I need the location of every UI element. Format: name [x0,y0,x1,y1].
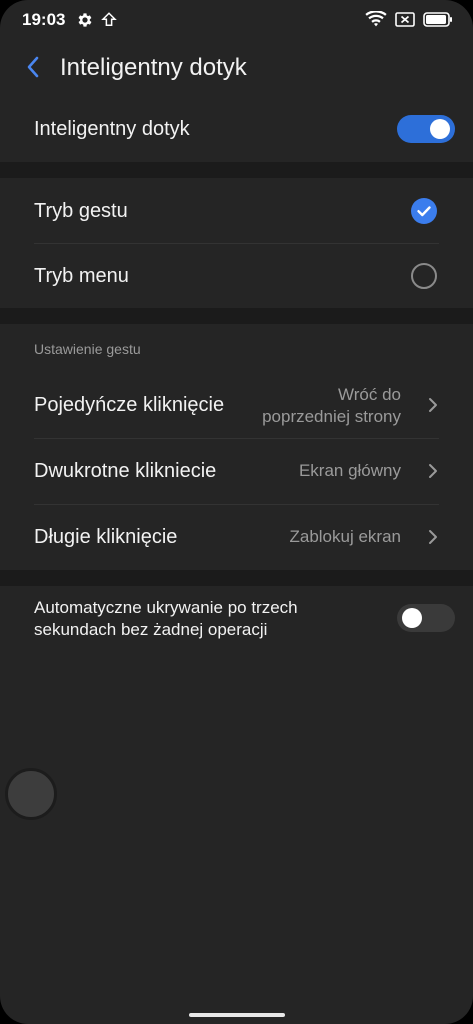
auto-hide-label-line2: sekundach bez żadnej operacji [34,620,268,639]
back-button[interactable] [20,52,46,82]
auto-hide-toggle[interactable] [397,604,455,632]
page-title: Inteligentny dotyk [60,54,247,81]
toggle-knob [402,608,422,628]
chevron-left-icon [27,56,39,78]
upload-arrow-icon [101,12,117,26]
checkmark-icon [417,206,431,217]
auto-hide-card: Automatyczne ukrywanie po trzech sekunda… [0,586,473,656]
mode-card: Tryb gestu Tryb menu [0,178,473,308]
wifi-icon [365,11,387,27]
gesture-double-click-row[interactable]: Dwukrotne klikniecie Ekran główny [0,438,473,504]
gesture-long-click-row[interactable]: Długie kliknięcie Zablokuj ekran [0,504,473,570]
gesture-value-line2: poprzedniej strony [262,407,401,426]
gesture-label: Pojedyńcze kliknięcie [34,394,225,416]
section-separator [0,308,473,324]
screen: 19:03 Inteligentny dotyk Inteligentny do… [0,0,473,1024]
radio-checked[interactable] [411,198,437,224]
mode-option-label: Tryb gestu [34,200,128,222]
mode-option-menu[interactable]: Tryb menu [0,243,473,308]
gesture-label: Długie kliknięcie [34,526,178,548]
gesture-single-click-row[interactable]: Pojedyńcze kliknięcie Wróć do poprzednie… [0,372,473,438]
home-indicator[interactable] [189,1013,285,1017]
toggle-knob [430,119,450,139]
status-time: 19:03 [22,10,66,29]
gear-icon [78,13,92,27]
gesture-value-line1: Wróć do [338,385,401,404]
main-toggle-card: Inteligentny dotyk [0,96,473,162]
gesture-value: Zablokuj ekran [289,527,401,546]
chevron-right-icon [429,464,437,478]
section-separator [0,570,473,586]
auto-hide-label-line1: Automatyczne ukrywanie po trzech [34,598,298,617]
gesture-value: Wróć do poprzedniej strony [262,384,401,428]
main-toggle-switch[interactable] [397,115,455,143]
mode-option-label: Tryb menu [34,265,129,287]
no-sim-icon [395,12,415,27]
mode-option-gesture[interactable]: Tryb gestu [0,178,473,243]
status-left-icons [76,11,118,29]
chevron-right-icon [429,530,437,544]
section-separator [0,162,473,178]
header: Inteligentny dotyk [0,40,473,96]
main-toggle-label: Inteligentny dotyk [34,118,190,140]
status-bar: 19:03 [0,0,473,40]
battery-icon [423,12,452,27]
gesture-settings-card: Ustawienie gestu Pojedyńcze kliknięcie W… [0,324,473,570]
gesture-value: Ekran główny [298,461,401,480]
status-right-icons [365,11,453,28]
floating-touch-ball[interactable] [5,768,57,820]
section-header: Ustawienie gestu [34,341,141,357]
auto-hide-label: Automatyczne ukrywanie po trzech sekunda… [34,597,354,641]
gesture-label: Dwukrotne klikniecie [34,460,217,482]
chevron-right-icon [429,398,437,412]
radio-unchecked[interactable] [411,263,437,289]
